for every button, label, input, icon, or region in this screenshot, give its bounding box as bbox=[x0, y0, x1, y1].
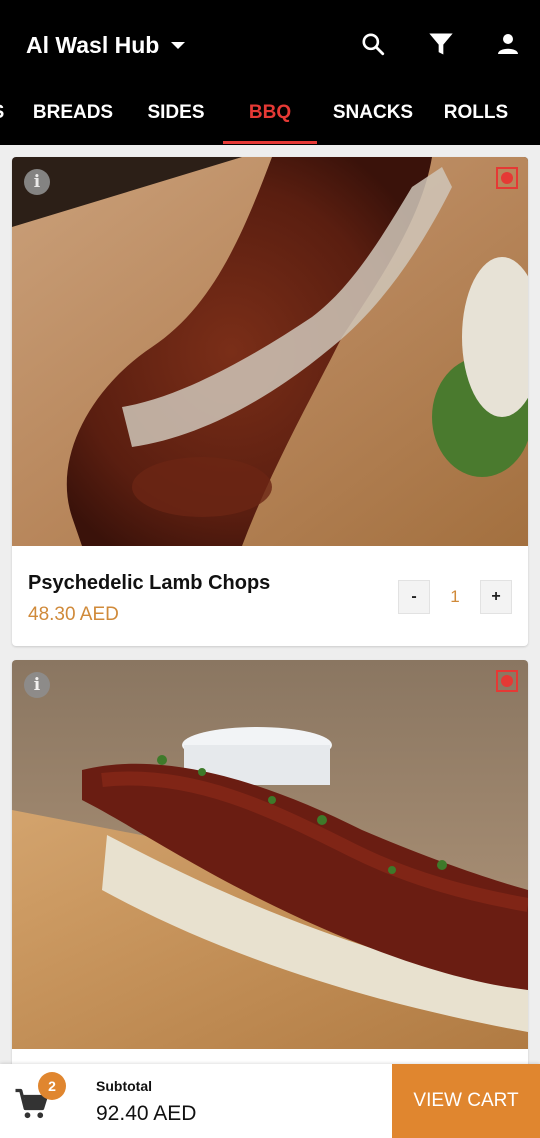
search-icon[interactable] bbox=[355, 26, 391, 62]
subtotal-value: 92.40 AED bbox=[96, 1102, 197, 1125]
decrease-button[interactable]: - bbox=[398, 580, 430, 614]
menu-item-card[interactable]: i Psychedelic Lamb Chops 48.30 AED - 1 + bbox=[12, 157, 528, 646]
tab-bbq[interactable]: BBQ bbox=[223, 88, 317, 144]
user-icon[interactable] bbox=[490, 26, 526, 62]
subtotal-label: Subtotal bbox=[96, 1078, 152, 1094]
non-veg-icon bbox=[496, 167, 518, 189]
item-price: 48.30 AED bbox=[28, 604, 119, 625]
increase-button[interactable]: + bbox=[480, 580, 512, 614]
non-veg-icon bbox=[496, 670, 518, 692]
cart-summary-bar: 2 Subtotal 92.40 AED VIEW CART bbox=[0, 1064, 540, 1138]
filter-icon[interactable] bbox=[423, 26, 459, 62]
view-cart-button[interactable]: VIEW CART bbox=[392, 1064, 540, 1138]
lamb-chops-image bbox=[12, 157, 528, 546]
tab-sides[interactable]: SIDES bbox=[140, 88, 212, 144]
cart-count-badge: 2 bbox=[38, 1072, 66, 1100]
menu-item-card[interactable]: i bbox=[12, 660, 528, 1080]
caret-down-icon bbox=[171, 41, 186, 49]
cart-button[interactable]: 2 bbox=[14, 1072, 66, 1126]
tab-snacks[interactable]: SNACKS bbox=[330, 88, 416, 144]
quantity-stepper: - 1 + bbox=[398, 579, 512, 615]
category-tabs: S BREADS SIDES BBQ SNACKS ROLLS bbox=[0, 88, 540, 144]
outlet-selector[interactable]: Al Wasl Hub bbox=[26, 28, 186, 62]
tab-breads[interactable]: BREADS bbox=[27, 88, 119, 144]
item-name: Psychedelic Lamb Chops bbox=[28, 572, 271, 594]
kebab-image bbox=[12, 660, 528, 1049]
info-icon[interactable]: i bbox=[24, 672, 50, 698]
app-header: Al Wasl Hub S BREADS SIDES BBQ SNACKS RO… bbox=[0, 0, 540, 145]
outlet-name: Al Wasl Hub bbox=[26, 31, 160, 58]
quantity-value: 1 bbox=[450, 587, 460, 606]
tab-partial[interactable]: S bbox=[0, 88, 8, 144]
tab-rolls[interactable]: ROLLS bbox=[440, 88, 512, 144]
info-icon[interactable]: i bbox=[24, 169, 50, 195]
